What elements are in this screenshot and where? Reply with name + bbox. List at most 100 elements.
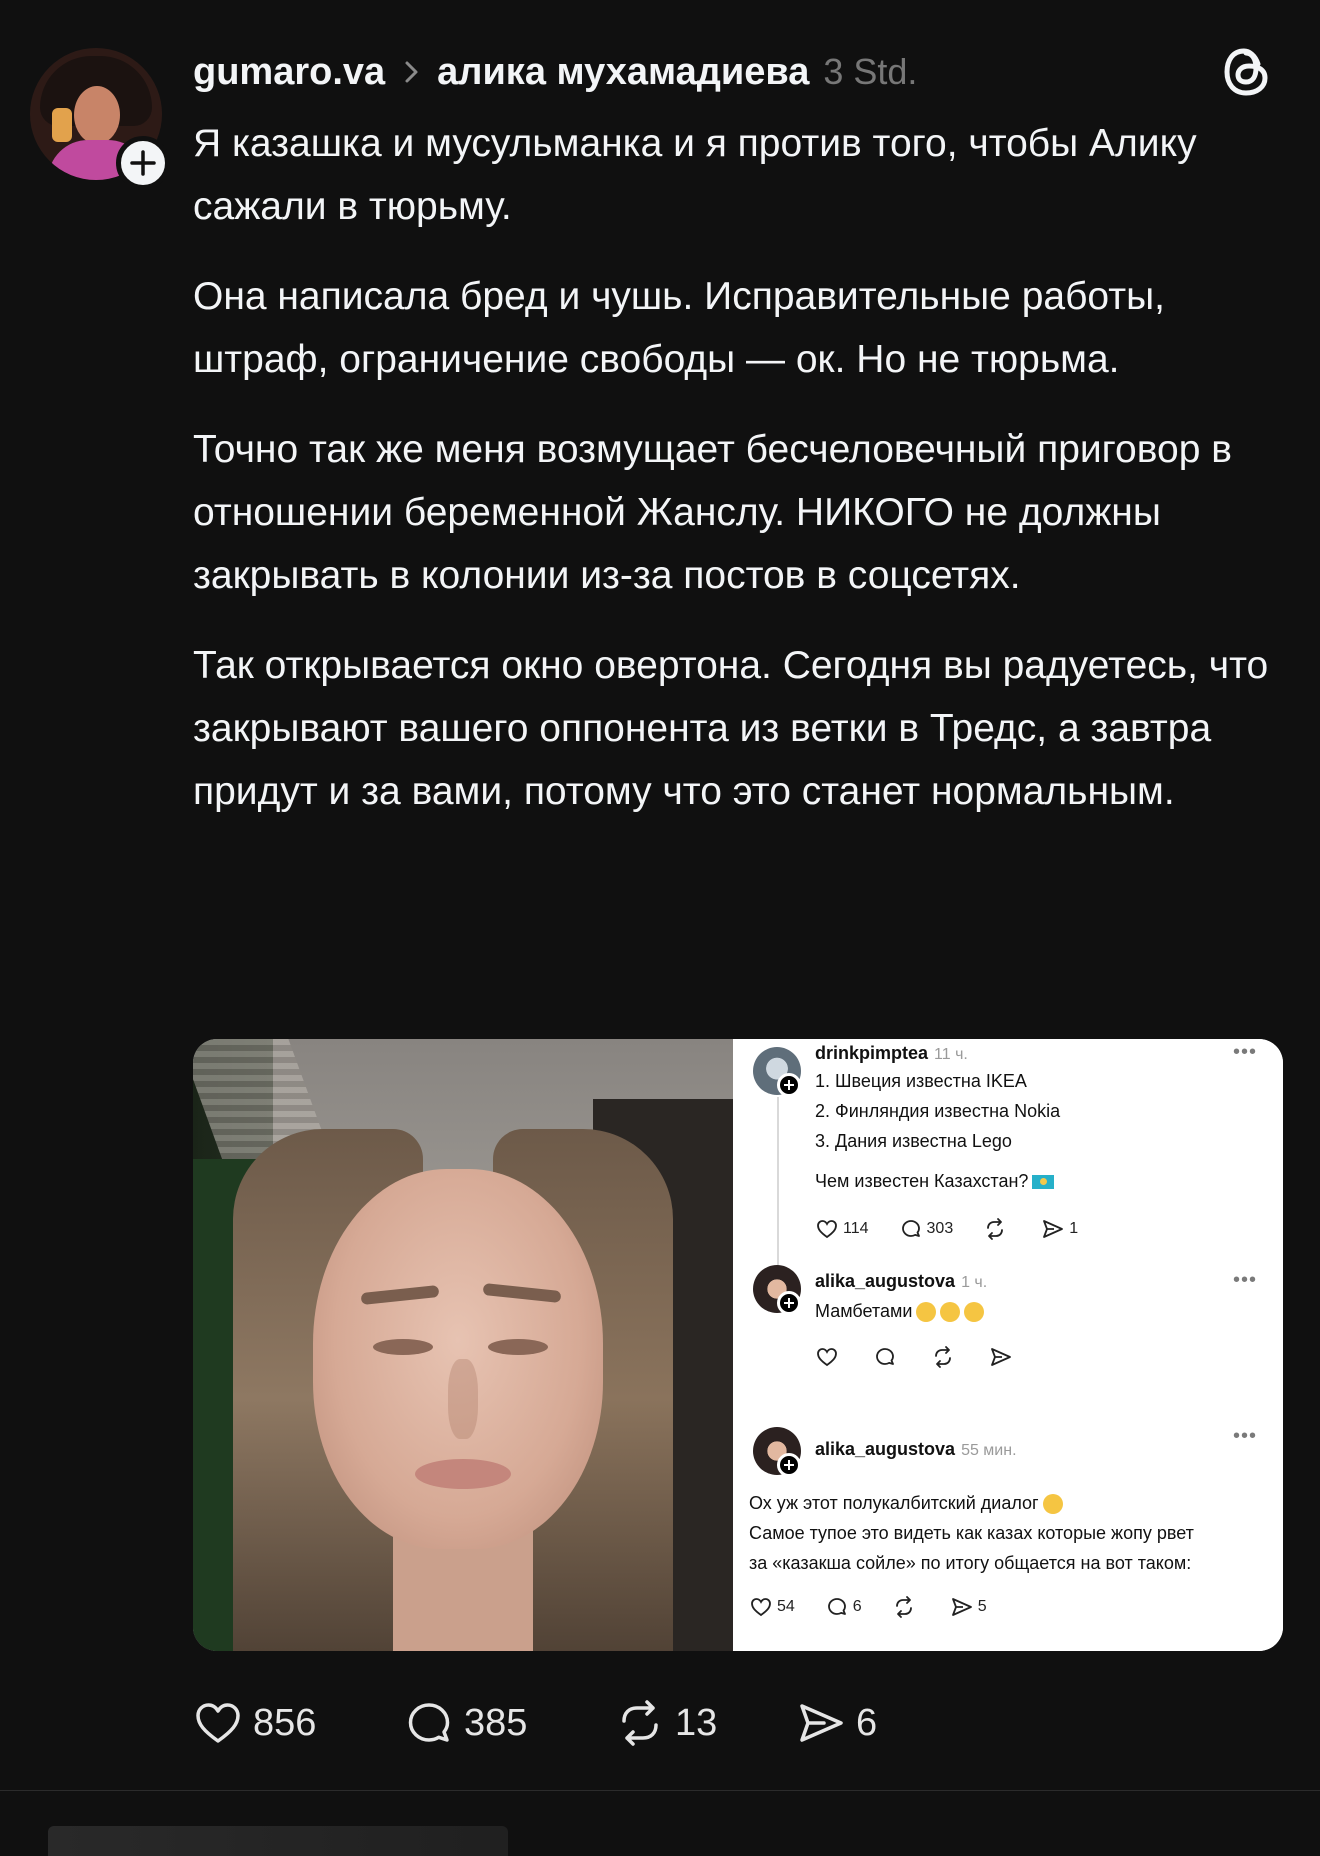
photo-nose (448, 1359, 478, 1439)
emoji-icon (964, 1302, 985, 1323)
heart-icon (817, 1220, 837, 1239)
send-icon (951, 1598, 972, 1616)
comment-icon (408, 1703, 450, 1742)
post-paragraph: Я казашка и мусульманка и я против того,… (193, 122, 1197, 228)
embedded-follow (777, 1291, 801, 1315)
username[interactable]: gumaro.va (193, 51, 385, 94)
comment-count: 385 (464, 1701, 528, 1744)
embedded-line: 1. Швеция известна IKEA (815, 1071, 1027, 1091)
embedded-line: за «казакша сойле» по итогу общается на … (749, 1553, 1192, 1573)
thread-line (777, 1097, 779, 1277)
comment-button[interactable]: 385 (404, 1698, 615, 1748)
emoji-icon (916, 1302, 937, 1323)
post-paragraph: Точно так же меня возмущает бесчеловечны… (193, 428, 1232, 597)
photo-lips (415, 1459, 511, 1489)
like-count: 856 (253, 1701, 317, 1744)
embedded-comment (873, 1345, 901, 1369)
repost-button[interactable]: 13 (615, 1698, 796, 1748)
embedded-share: 1 (1041, 1217, 1078, 1241)
post-paragraph: Так открывается окно овертона. Сегодня в… (193, 644, 1269, 813)
post-time: 3 Std. (823, 51, 918, 92)
embedded-text: Мамбетами (815, 1301, 913, 1321)
embedded-actions (815, 1345, 1047, 1369)
repost-icon (622, 1700, 658, 1746)
repost-icon (987, 1218, 1004, 1240)
embedded-like-count: 54 (777, 1598, 795, 1615)
post-header: gumaro.va алика мухамадиева 3 Std. (193, 44, 917, 100)
embedded-question: Чем известен Казахстан? (815, 1171, 1029, 1191)
embedded-like: 114 (815, 1217, 869, 1241)
send-icon (991, 1348, 1011, 1366)
embedded-share: 5 (950, 1595, 987, 1619)
chevron-right-icon (405, 61, 418, 83)
embedded-username: alika_augustova 55 мин. (815, 1439, 1017, 1460)
next-post-preview (48, 1826, 508, 1856)
embedded-share-count: 1 (1069, 1220, 1079, 1237)
embedded-share-count: 5 (977, 1598, 987, 1615)
embedded-time: 1 ч. (961, 1274, 988, 1291)
embedded-follow (777, 1073, 801, 1097)
embedded-screenshot: drinkpimptea 11 ч. ••• 1. Швеция известна… (733, 1039, 1283, 1651)
embedded-like (815, 1345, 843, 1369)
post-text: Я казашка и мусульманка и я против того,… (193, 112, 1303, 850)
comment-icon (901, 1220, 920, 1237)
plus-icon (784, 1080, 794, 1090)
embedded-line: 3. Дания известна Lego (815, 1131, 1012, 1151)
more-icon: ••• (1233, 1269, 1258, 1291)
post-paragraph: Она написала бред и чушь. Исправительные… (193, 275, 1165, 381)
embedded-line: Мамбетами (815, 1301, 985, 1323)
embedded-username-text: alika_augustova (815, 1271, 956, 1291)
post-divider (0, 1790, 1320, 1791)
embedded-repost (931, 1345, 959, 1369)
embedded-line: Чем известен Казахстан? (815, 1171, 1055, 1192)
embedded-text: Ох уж этот полукалбитский диалог (749, 1493, 1039, 1513)
follow-button[interactable] (116, 136, 170, 190)
emoji-icon (940, 1302, 961, 1323)
repost-count: 13 (675, 1701, 718, 1744)
embedded-username: drinkpimptea 11 ч. (815, 1043, 968, 1064)
post-image[interactable]: drinkpimptea 11 ч. ••• 1. Швеция известна… (193, 1039, 1283, 1651)
more-icon: ••• (1233, 1041, 1258, 1063)
plus-icon (784, 1298, 794, 1308)
heart-icon (751, 1598, 771, 1617)
next-post-fade (48, 1826, 508, 1856)
selfie-photo (193, 1039, 733, 1651)
embedded-comment-count: 303 (926, 1220, 954, 1237)
embedded-like: 54 (749, 1595, 795, 1619)
heart-icon (196, 1703, 240, 1743)
share-count: 6 (856, 1701, 878, 1744)
more-icon: ••• (1233, 1425, 1258, 1447)
embedded-actions: 114 303 1 (815, 1217, 1108, 1241)
embedded-repost (892, 1595, 920, 1619)
embedded-time: 55 мин. (961, 1442, 1017, 1459)
repost-icon (895, 1596, 912, 1618)
reply-to-user[interactable]: алика мухамадиева (437, 51, 809, 94)
comment-icon (876, 1348, 894, 1365)
embedded-username-text: drinkpimptea (815, 1043, 929, 1063)
embedded-line: Ох уж этот полукалбитский диалог (749, 1493, 1063, 1515)
share-button[interactable]: 6 (796, 1698, 877, 1748)
plus-icon (130, 150, 156, 176)
kazakhstan-flag-icon (1032, 1175, 1055, 1190)
photo-eye (488, 1339, 548, 1355)
embedded-comment-count: 6 (852, 1598, 862, 1615)
embedded-time: 11 ч. (934, 1046, 968, 1063)
embedded-line: 2. Финляндия известна Nokia (815, 1101, 1061, 1121)
repost-icon (935, 1346, 951, 1368)
embedded-username: alika_augustova 1 ч. (815, 1271, 987, 1292)
avatar-face (74, 86, 120, 144)
comment-icon (827, 1598, 846, 1615)
embedded-follow (777, 1453, 801, 1477)
post-actions: 856 385 13 6 (193, 1693, 877, 1753)
send-icon (800, 1704, 843, 1742)
embedded-actions: 54 6 5 (749, 1595, 1017, 1619)
embedded-repost (983, 1217, 1011, 1241)
embedded-username-text: alika_augustova (815, 1439, 956, 1459)
emoji-icon (1042, 1494, 1063, 1515)
threads-logo-icon[interactable] (1222, 44, 1272, 100)
embedded-line: Самое тупое это видеть как казах которые… (749, 1523, 1194, 1543)
embedded-like-count: 114 (843, 1220, 869, 1237)
send-icon (1043, 1220, 1064, 1238)
like-button[interactable]: 856 (193, 1698, 404, 1748)
threads-post: gumaro.va алика мухамадиева 3 Std. Я каз… (0, 0, 1320, 1790)
